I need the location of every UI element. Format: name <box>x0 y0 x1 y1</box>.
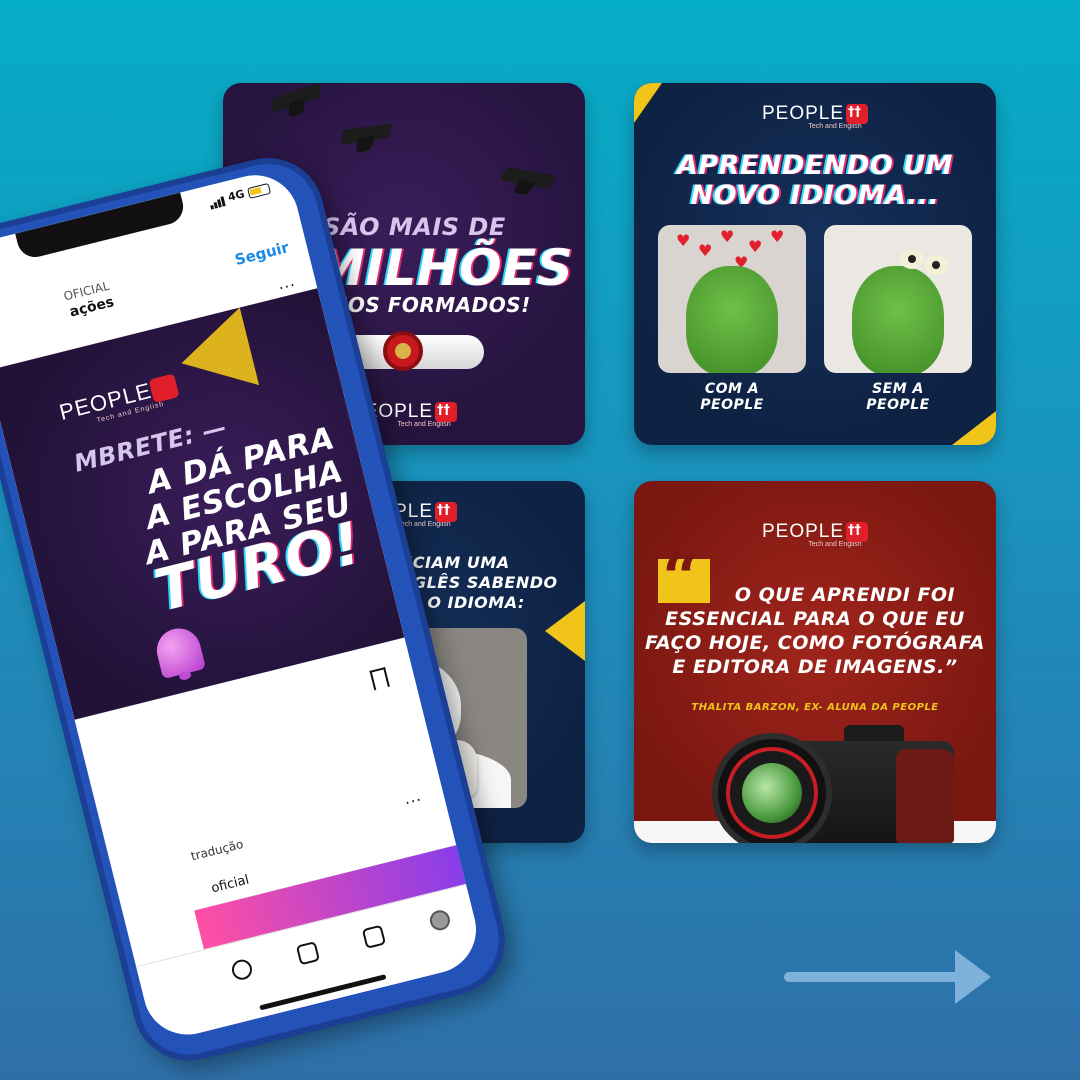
testimonial-quote: O QUE APRENDI FOI ESSENCIAL PARA O QUE E… <box>645 584 985 678</box>
arrow-head <box>955 950 991 1004</box>
caption-line: COM A <box>704 381 760 397</box>
heart-icon: ♥ <box>720 227 735 246</box>
more-options-icon[interactable]: ... <box>276 272 297 294</box>
graduation-cap-icon <box>339 123 393 145</box>
shop-icon[interactable] <box>361 924 387 949</box>
post-decoration <box>171 307 260 403</box>
kermit-figure <box>852 266 944 373</box>
camera-lens-glass <box>742 763 802 823</box>
caption-line: PEOPLE <box>866 397 930 413</box>
kermit-eye <box>924 255 948 275</box>
brand-mark-icon <box>435 502 458 522</box>
reels-icon[interactable] <box>295 941 321 966</box>
brand-mark-icon <box>846 104 869 124</box>
brand-mark-icon <box>148 373 180 404</box>
brand-name: PEOPLE <box>761 103 845 124</box>
brand-logo: PEOPLE Tech and English <box>634 103 996 130</box>
headline-line-1: SÃO MAIS DE <box>323 213 506 241</box>
brand-tagline: Tech and English <box>808 123 862 130</box>
kermit-in-love-photo: ♥ ♥ ♥ ♥ ♥ ♥ <box>658 225 806 373</box>
heart-icon: ♥ <box>770 227 785 246</box>
graduation-cap-icon <box>271 83 321 114</box>
bookmark-icon[interactable] <box>369 667 390 691</box>
brand-tagline: Tech and English <box>808 541 862 548</box>
card-kermit: PEOPLE Tech and English APRENDENDO UM NO… <box>634 83 996 445</box>
caption-without-people: SEM A PEOPLE <box>828 381 968 413</box>
caption-line: PEOPLE <box>700 397 764 413</box>
arrow-shaft <box>784 972 964 982</box>
title-line-2: NOVO IDIOMA... <box>690 180 940 211</box>
follow-button[interactable]: Seguir <box>233 238 291 269</box>
brand-mark-icon <box>435 402 458 422</box>
title-line-1: APRENDENDO UM <box>676 150 954 181</box>
card-title: APRENDENDO UM NOVO IDIOMA... <box>634 151 996 211</box>
caption-account[interactable]: oficial <box>210 873 251 897</box>
testimonial-author: THALITA BARZON, EX- ALUNA DA PEOPLE <box>691 702 939 713</box>
kermit-figure <box>686 266 778 373</box>
kermit-sad-photo <box>824 225 972 373</box>
signal-icon <box>208 193 227 209</box>
graduation-cap-icon <box>499 167 557 189</box>
brand-name: PEOPLE <box>761 521 845 542</box>
search-icon[interactable] <box>229 957 255 982</box>
heart-icon: ♥ <box>748 237 763 256</box>
kermit-eye <box>900 249 924 269</box>
heart-icon: ♥ <box>676 231 691 250</box>
network-label: 4G <box>226 187 246 204</box>
caption-line: SEM A <box>872 381 924 397</box>
card-testimonial: PEOPLE Tech and English “ O QUE APRENDI … <box>634 481 996 843</box>
caption-translation[interactable]: tradução <box>189 837 244 864</box>
battery-icon <box>246 182 271 199</box>
caption-with-people: COM A PEOPLE <box>662 381 802 413</box>
post-brand-logo: PEOPLE Tech and English <box>57 372 180 426</box>
corner-decoration <box>952 411 996 445</box>
heart-icon: ♥ <box>698 241 713 260</box>
camera-grip <box>896 749 954 843</box>
avatar[interactable] <box>427 908 453 933</box>
headline-big: MILHÕES <box>315 239 574 297</box>
seal-icon <box>383 331 423 371</box>
bell-icon <box>152 623 207 680</box>
brand-mark-icon <box>846 522 869 542</box>
status-bar: 4G <box>208 181 271 209</box>
more-options-icon[interactable]: ... <box>402 786 423 808</box>
